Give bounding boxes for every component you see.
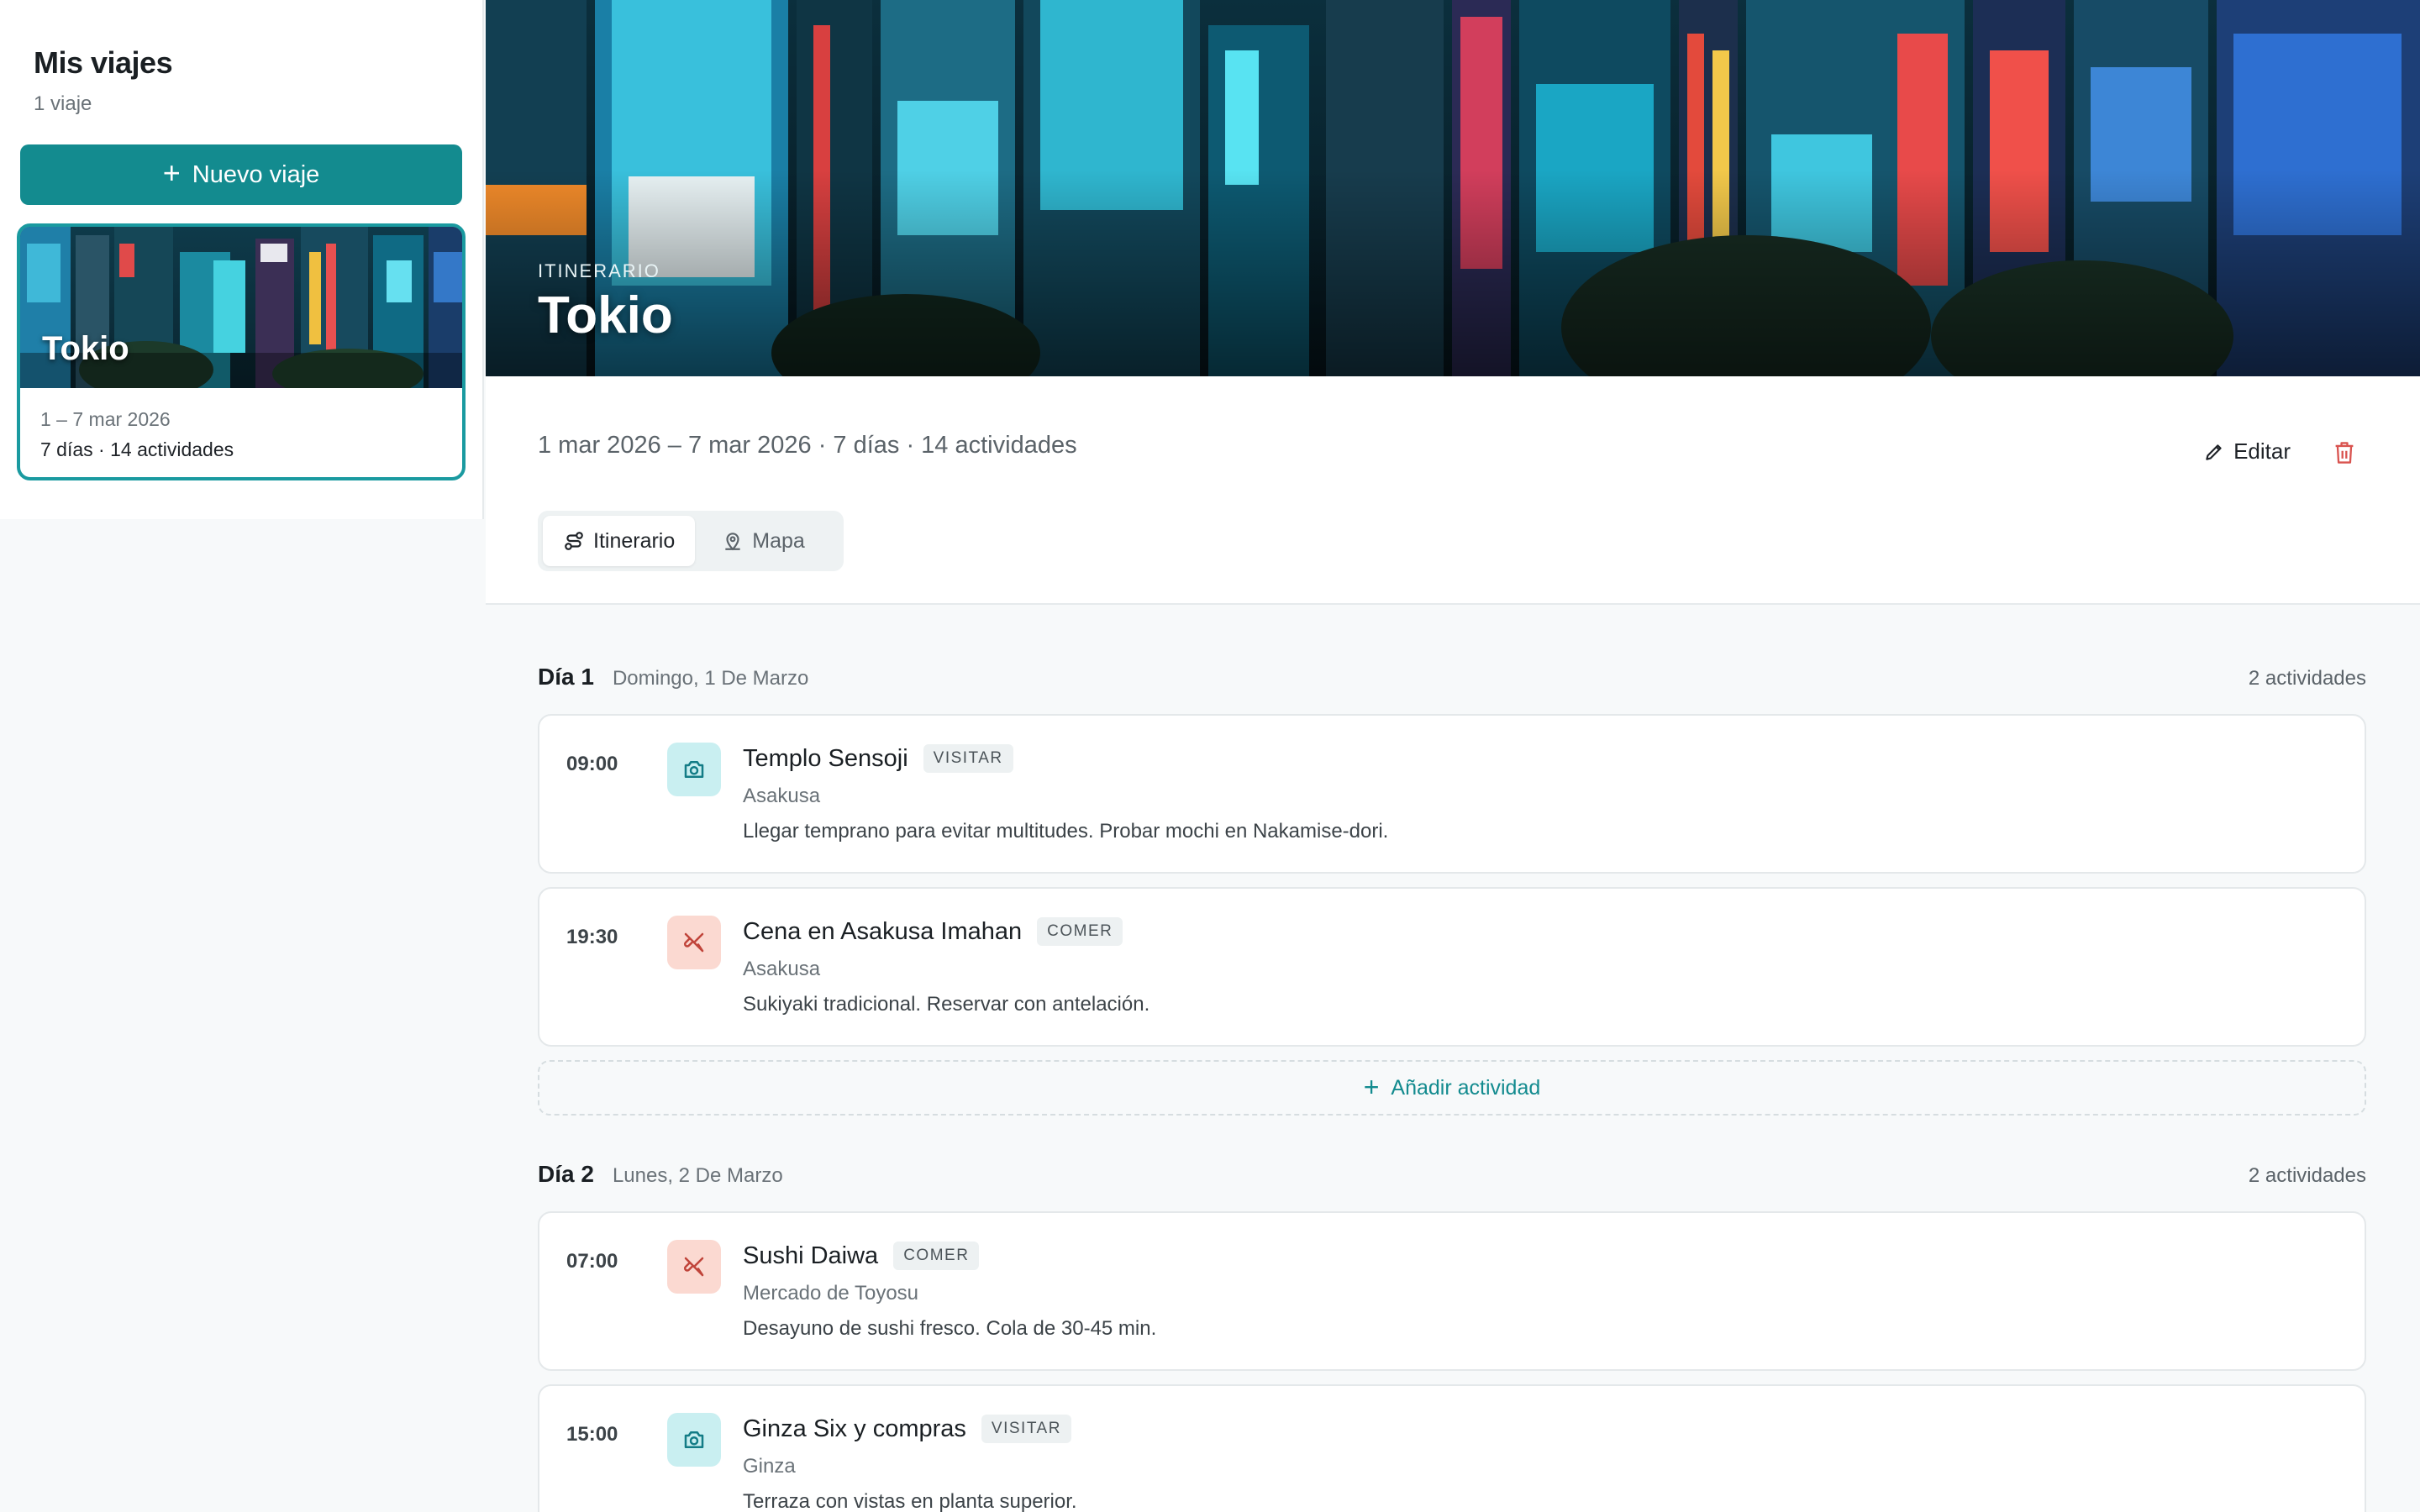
activity-place: Asakusa [743, 785, 821, 807]
activity-place: Mercado de Toyosu [743, 1282, 919, 1305]
utensils-icon [667, 916, 721, 969]
activity-card[interactable]: 07:00 Sushi Daiwa COMER Mercado de Toyos… [538, 1211, 2366, 1371]
edit-button[interactable]: Editar [2203, 438, 2291, 465]
camera-icon [667, 1413, 721, 1467]
view-tabs: Itinerario Mapa [538, 511, 844, 571]
utensils-icon [667, 1240, 721, 1294]
activity-card[interactable]: 09:00 Templo Sensoji VISITAR Asakusa Lle… [538, 714, 2366, 874]
camera-icon [667, 743, 721, 796]
activity-card[interactable]: 15:00 Ginza Six y compras VISITAR Ginza … [538, 1384, 2366, 1512]
day-label: Día 2 [538, 1161, 594, 1187]
activity-title-row: Cena en Asakusa Imahan COMER [743, 917, 1123, 946]
activity-title: Sushi Daiwa [743, 1242, 879, 1269]
activity-title: Cena en Asakusa Imahan [743, 917, 1023, 945]
activity-tag: COMER [893, 1242, 980, 1270]
day-activity-count: 2 actividades [2248, 1164, 2366, 1187]
activity-card[interactable]: 19:30 Cena en Asakusa Imahan COMER Asaku… [538, 887, 2366, 1047]
activity-note: Llegar temprano para evitar multitudes. … [743, 820, 1389, 843]
activity-tag: VISITAR [981, 1415, 1071, 1443]
activity-place: Ginza [743, 1455, 796, 1478]
activity-tag: VISITAR [923, 744, 1013, 773]
edit-label: Editar [2233, 438, 2291, 464]
trip-card-meta: 7 días · 14 actividades [40, 438, 234, 460]
day-header: Día 2 Lunes, 2 De Marzo 2 actividades [538, 1161, 2366, 1188]
tokyo-night-image [486, 0, 2420, 376]
activity-title-row: Templo Sensoji VISITAR [743, 744, 1013, 773]
activity-note: Terraza con vistas en planta superior. [743, 1490, 1077, 1512]
add-activity-label: Añadir actividad [1391, 1075, 1541, 1100]
sidebar: Mis viajes 1 viaje + Nuevo viaje Tokio 1… [0, 0, 484, 519]
activity-time: 19:30 [566, 926, 618, 948]
trip-title: Tokio [538, 286, 673, 344]
trip-summary: 1 mar 2026 – 7 mar 2026 · 7 días · 14 ac… [538, 432, 1077, 459]
activity-title: Ginza Six y compras [743, 1415, 966, 1442]
route-icon [565, 532, 583, 550]
tab-mapa-label: Mapa [752, 528, 805, 553]
hero-eyebrow: ITINERARIO [538, 260, 660, 281]
activity-time: 07:00 [566, 1250, 618, 1273]
plus-icon: + [162, 155, 181, 190]
activity-title-row: Sushi Daiwa COMER [743, 1242, 980, 1270]
activity-note: Desayuno de sushi fresco. Cola de 30-45 … [743, 1317, 1157, 1340]
day-date: Domingo, 1 De Marzo [612, 667, 809, 690]
trash-icon [2335, 442, 2354, 464]
new-trip-label: Nuevo viaje [192, 160, 320, 188]
sidebar-title: Mis viajes [34, 45, 173, 80]
day-date: Lunes, 2 De Marzo [612, 1164, 783, 1187]
trip-card-name: Tokio [42, 330, 129, 367]
tab-mapa[interactable]: Mapa [702, 516, 825, 566]
activity-note: Sukiyaki tradicional. Reservar con antel… [743, 993, 1150, 1016]
trip-count: 1 viaje [34, 92, 92, 115]
pencil-icon [2206, 444, 2222, 460]
trip-card-dates: 1 – 7 mar 2026 [40, 408, 171, 430]
tab-itinerario-label: Itinerario [593, 528, 676, 553]
day-label: Día 1 [538, 664, 594, 690]
tab-itinerario[interactable]: Itinerario [543, 516, 696, 566]
activity-title-row: Ginza Six y compras VISITAR [743, 1415, 1071, 1443]
main-content: ITINERARIO Tokio 1 mar 2026 – 7 mar 2026… [486, 0, 2420, 1512]
day-activity-count: 2 actividades [2248, 667, 2366, 690]
activity-time: 15:00 [566, 1423, 618, 1446]
activity-time: 09:00 [566, 753, 618, 775]
activity-tag: COMER [1037, 917, 1123, 946]
activity-title: Templo Sensoji [743, 744, 908, 772]
trip-header: 1 mar 2026 – 7 mar 2026 · 7 días · 14 ac… [486, 376, 2420, 605]
activity-place: Asakusa [743, 958, 821, 980]
trip-card-tokio[interactable]: Tokio 1 – 7 mar 2026 7 días · 14 activid… [17, 223, 466, 480]
delete-button[interactable] [2331, 440, 2358, 467]
map-pin-icon [725, 533, 740, 551]
trip-card-image: Tokio [20, 227, 462, 388]
new-trip-button[interactable]: + Nuevo viaje [20, 144, 462, 205]
plus-icon: + [1363, 1071, 1380, 1102]
add-activity-button[interactable]: + Añadir actividad [538, 1060, 2366, 1116]
day-header: Día 1 Domingo, 1 De Marzo 2 actividades [538, 664, 2366, 690]
hero-banner: ITINERARIO Tokio [486, 0, 2420, 376]
